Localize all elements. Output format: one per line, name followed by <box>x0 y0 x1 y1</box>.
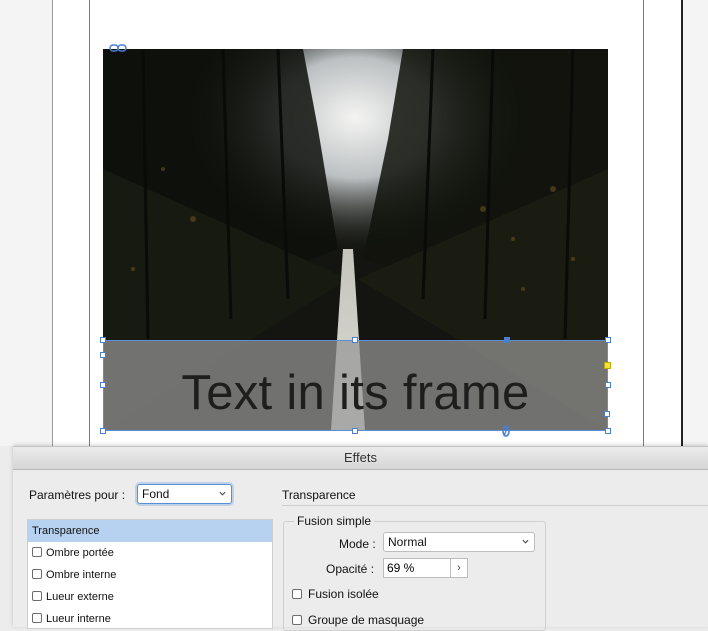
effects-list: Transparence Ombre portée Ombre interne … <box>27 519 273 629</box>
page-edge <box>681 0 683 446</box>
isolated-blend-checkbox[interactable] <box>292 589 302 599</box>
settings-for-label: Paramètres pour : <box>29 488 126 502</box>
effect-item-ombre-portee[interactable]: Ombre portée <box>28 542 272 564</box>
group-title: Fusion simple <box>294 514 375 528</box>
effect-item-lueur-externe[interactable]: Lueur externe <box>28 586 272 608</box>
chevron-down-icon <box>522 539 529 544</box>
knockout-group-label: Groupe de masquage <box>308 613 425 627</box>
chevron-down-icon <box>219 491 226 496</box>
ombre-interne-checkbox[interactable] <box>32 569 42 579</box>
selection-handle[interactable] <box>605 337 611 343</box>
settings-for-value: Fond <box>142 487 170 501</box>
ombre-portee-checkbox[interactable] <box>32 547 42 557</box>
knockout-group-option[interactable]: Groupe de masquage <box>292 613 424 627</box>
section-title: Transparence <box>282 488 356 502</box>
selection-handle[interactable] <box>100 382 106 388</box>
text-frame[interactable]: Text in its frame <box>103 340 608 431</box>
effect-label: Transparence <box>32 525 100 537</box>
effect-label: Ombre portée <box>46 547 114 559</box>
selection-handle[interactable] <box>100 428 106 434</box>
margin-guide-right <box>643 0 644 446</box>
link-icon[interactable] <box>109 43 127 53</box>
selection-handle-active[interactable] <box>504 337 510 343</box>
selection-handle[interactable] <box>352 428 358 434</box>
lueur-interne-checkbox[interactable] <box>32 613 42 623</box>
isolated-blend-label: Fusion isolée <box>308 587 379 601</box>
margin-guide-left <box>89 0 90 446</box>
mode-value: Normal <box>388 535 427 549</box>
text-anchor-icon[interactable] <box>499 424 513 438</box>
selection-handle[interactable] <box>352 337 358 343</box>
effect-item-ombre-interne[interactable]: Ombre interne <box>28 564 272 586</box>
opacity-slider-button[interactable]: › <box>451 558 468 578</box>
selection-handle[interactable] <box>605 428 611 434</box>
isolated-blend-option[interactable]: Fusion isolée <box>292 587 379 601</box>
dialog-title: Effets <box>13 447 708 470</box>
effect-item-transparence[interactable]: Transparence <box>28 520 272 542</box>
selection-handle[interactable] <box>100 337 106 343</box>
text-frame-content[interactable]: Text in its frame <box>181 365 529 421</box>
effect-label: Lueur externe <box>46 591 114 603</box>
section-divider <box>282 505 708 506</box>
effect-item-lueur-interne[interactable]: Lueur interne <box>28 608 272 630</box>
effect-label: Lueur interne <box>46 613 111 625</box>
settings-for-select[interactable]: Fond <box>137 484 232 504</box>
mode-select[interactable]: Normal <box>383 532 535 552</box>
effects-dialog: Effets Paramètres pour : Fond Transparen… <box>13 446 708 631</box>
selection-handle[interactable] <box>604 411 610 417</box>
corner-options-handle[interactable] <box>604 362 611 369</box>
selection-handle[interactable] <box>605 382 611 388</box>
opacity-input[interactable]: 69 % <box>383 558 451 578</box>
effect-label: Ombre interne <box>46 569 117 581</box>
lueur-externe-checkbox[interactable] <box>32 591 42 601</box>
knockout-group-checkbox[interactable] <box>292 615 302 625</box>
opacity-label: Opacité : <box>326 562 375 576</box>
selection-handle[interactable] <box>100 352 106 358</box>
mode-label: Mode : <box>339 537 376 551</box>
